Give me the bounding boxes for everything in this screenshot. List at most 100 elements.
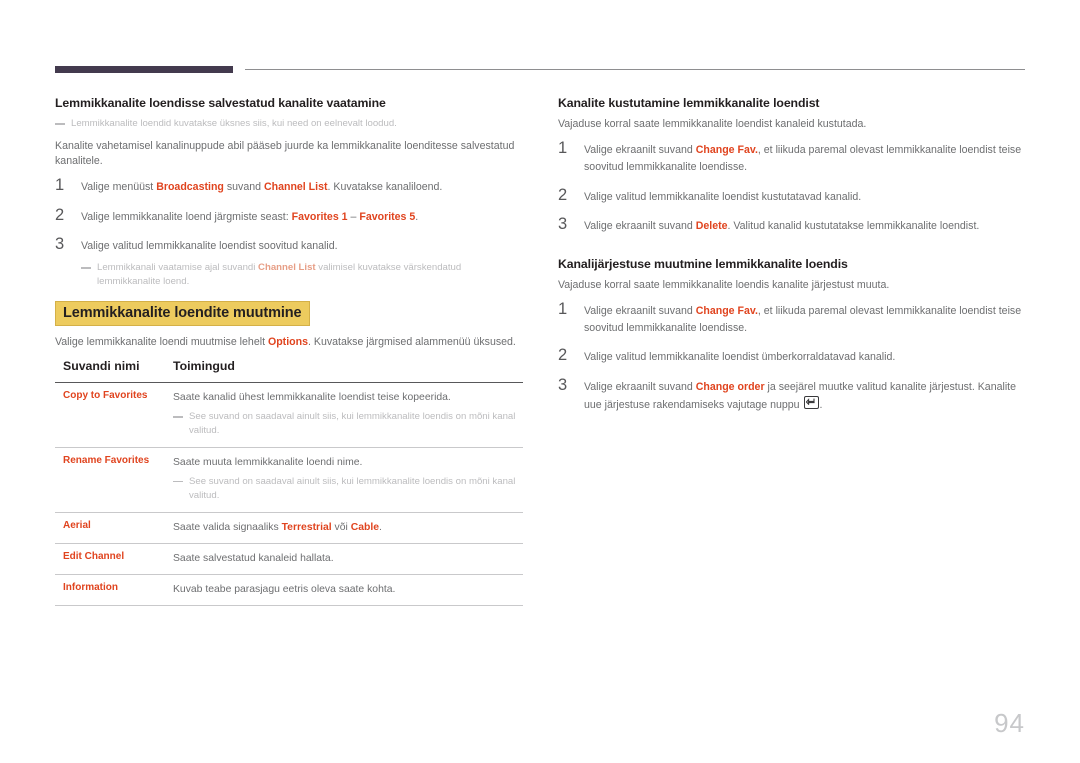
step-item: 2 Valige valitud lemmikkanalite loendist… bbox=[558, 185, 1028, 206]
paragraph-channel-buttons: Kanalite vahetamisel kanalinuppude abil … bbox=[55, 139, 515, 167]
options-table-head: Suvandi nimi Toimingud bbox=[55, 359, 523, 383]
paragraph-reorder-intro: Vajaduse korral saate lemmikkanalite loe… bbox=[558, 278, 890, 291]
step-number: 3 bbox=[558, 376, 568, 395]
right-column: Kanalite kustutamine lemmikkanalite loen… bbox=[558, 96, 1028, 426]
option-desc-text: Saate muuta lemmikkanalite loendi nime. bbox=[173, 456, 363, 468]
paragraph-part: . Kuvatakse järgmised alammenüü üksused. bbox=[308, 335, 516, 348]
menu-ref-change-fav: Change Fav. bbox=[695, 144, 758, 157]
step-item: 2 Valige lemmikkanalite loend järgmiste … bbox=[55, 206, 525, 226]
step-text-part: . Kuvatakse kanaliloend. bbox=[327, 180, 443, 193]
header-rule-thin bbox=[245, 69, 1025, 70]
menu-ref-change-order: Change order bbox=[695, 381, 765, 394]
option-desc: Saate kanalid ühest lemmikkanalite loend… bbox=[173, 383, 523, 448]
table-row: Rename Favorites Saate muuta lemmikkanal… bbox=[55, 447, 523, 513]
enter-key-icon bbox=[803, 395, 819, 409]
step-text-part: Valige ekraanilt suvand bbox=[584, 220, 696, 233]
paragraph-options-intro: Valige lemmikkanalite loendi muutmise le… bbox=[55, 335, 525, 350]
step-number: 1 bbox=[55, 175, 65, 194]
menu-ref-change-fav: Change Fav. bbox=[695, 305, 758, 317]
step-text: Valige valitud lemmikkanalite loendist s… bbox=[81, 237, 525, 289]
header-rule-group bbox=[55, 66, 1025, 76]
step-item: 1 Valige ekraanilt suvand Change Fav., e… bbox=[558, 139, 1028, 175]
option-desc: Kuvab teabe parasjagu eetris oleva saate… bbox=[173, 583, 396, 595]
note-option-availability: See suvand on saadaval ainult siis, kui … bbox=[173, 410, 517, 438]
note-dash-icon bbox=[81, 267, 91, 269]
step-text-part: Valige ekraanilt suvand bbox=[584, 144, 696, 157]
option-desc-part: Saate valida signaaliks bbox=[173, 521, 282, 533]
step-text-part: . bbox=[415, 210, 419, 223]
note-dash-icon bbox=[173, 480, 183, 483]
menu-ref-cable: Cable bbox=[350, 521, 380, 533]
step-item: 3 Valige ekraanilt suvand Delete. Valitu… bbox=[558, 215, 1028, 235]
steps-viewing-favorites: 1 Valige menüüst Broadcasting suvand Cha… bbox=[55, 175, 525, 289]
option-name-aerial: Aerial bbox=[63, 519, 91, 531]
step-item: 3 Valige valitud lemmikkanalite loendist… bbox=[55, 236, 525, 289]
note-text: See suvand on saadaval ainult siis, kui … bbox=[189, 475, 516, 501]
step-text: Valige lemmikkanalite loend järgmiste se… bbox=[81, 208, 525, 226]
step-text-part: Valige ekraanilt suvand bbox=[584, 305, 696, 317]
section-heading-editing-favorites: Lemmikkanalite loendite muutmine bbox=[55, 300, 310, 326]
note-dash-icon bbox=[55, 123, 65, 125]
section-heading-viewing-favorites: Lemmikkanalite loendisse salvestatud kan… bbox=[55, 96, 386, 110]
menu-ref-favorites-5: Favorites 5 bbox=[359, 210, 416, 223]
table-header-row: Suvandi nimi Toimingud bbox=[55, 359, 523, 383]
step-number: 2 bbox=[558, 346, 568, 365]
option-name-edit-channel: Edit Channel bbox=[63, 550, 125, 562]
section-heading-delete-channels: Kanalite kustutamine lemmikkanalite loen… bbox=[558, 96, 820, 110]
step-number: 3 bbox=[558, 215, 568, 234]
step-text: Valige ekraanilt suvand Change Fav., et … bbox=[584, 141, 1028, 175]
table-row: Aerial Saate valida signaaliks Terrestri… bbox=[55, 512, 523, 544]
option-name-rename-favorites: Rename Favorites bbox=[63, 454, 150, 466]
note-favorites-created: Lemmikkanalite loendid kuvatakse üksnes … bbox=[55, 117, 525, 131]
step-number: 2 bbox=[558, 185, 568, 204]
menu-ref-channel-list: Channel List bbox=[258, 262, 316, 274]
note-text-part: Lemmikkanali vaatamise ajal suvandi bbox=[97, 262, 259, 274]
step-text-part: . Valitud kanalid kustutatakse lemmikkan… bbox=[727, 220, 980, 233]
table-row: Information Kuvab teabe parasjagu eetris… bbox=[55, 574, 523, 606]
step-item: 2 Valige valitud lemmikkanalite loendist… bbox=[558, 346, 1028, 366]
step-text: Valige valitud lemmikkanalite loendist k… bbox=[584, 190, 862, 203]
options-table: Suvandi nimi Toimingud Copy to Favorites… bbox=[55, 359, 523, 606]
step-item: 3 Valige ekraanilt suvand Change order j… bbox=[558, 376, 1028, 413]
page-number: 94 bbox=[994, 708, 1025, 738]
step-text: Valige ekraanilt suvand Delete. Valitud … bbox=[584, 217, 1028, 235]
step-text-part: suvand bbox=[223, 180, 264, 193]
steps-reorder-channels: 1 Valige ekraanilt suvand Change Fav., e… bbox=[558, 300, 1028, 414]
note-text: See suvand on saadaval ainult siis, kui … bbox=[189, 411, 516, 436]
option-name-copy-to-favorites: Copy to Favorites bbox=[63, 390, 148, 402]
step-text: Valige menüüst Broadcasting suvand Chann… bbox=[81, 178, 525, 196]
step-item: 1 Valige menüüst Broadcasting suvand Cha… bbox=[55, 175, 525, 196]
option-desc: Saate valida signaaliks Terrestrial või … bbox=[173, 512, 523, 543]
option-desc: Saate muuta lemmikkanalite loendi nime. … bbox=[173, 447, 523, 512]
note-option-availability: See suvand on saadaval ainult siis, kui … bbox=[173, 475, 517, 503]
paragraph-delete-intro: Vajaduse korral saate lemmikkanalite loe… bbox=[558, 118, 867, 130]
option-desc: Saate salvestatud kanaleid hallata. bbox=[173, 552, 334, 564]
table-row: Copy to Favorites Saate kanalid ühest le… bbox=[55, 383, 523, 448]
paragraph-part: Valige lemmikkanalite loendi muutmise le… bbox=[55, 335, 268, 348]
column-header-option-name: Suvandi nimi bbox=[63, 359, 140, 374]
step-text: Valige ekraanilt suvand Change order ja … bbox=[584, 378, 1028, 413]
step-text-part: – bbox=[347, 210, 360, 223]
step-text-part: Valige valitud lemmikkanalite loendist s… bbox=[81, 240, 338, 253]
menu-ref-terrestrial: Terrestrial bbox=[281, 521, 332, 533]
section-heading-reorder-channels: Kanalijärjestuse muutmine lemmikkanalite… bbox=[558, 256, 848, 271]
options-table-body: Copy to Favorites Saate kanalid ühest le… bbox=[55, 383, 523, 606]
step-number: 1 bbox=[558, 300, 568, 318]
step-text-part: Valige ekraanilt suvand bbox=[584, 381, 696, 394]
left-column: Lemmikkanalite loendisse salvestatud kan… bbox=[55, 96, 525, 606]
step-number: 1 bbox=[558, 139, 568, 158]
menu-ref-favorites-1: Favorites 1 bbox=[291, 210, 348, 223]
option-name-information: Information bbox=[63, 581, 118, 593]
step-text: Valige ekraanilt suvand Change Fav., et … bbox=[584, 302, 1028, 336]
steps-delete-channels: 1 Valige ekraanilt suvand Change Fav., e… bbox=[558, 139, 1028, 235]
note-dash-icon bbox=[173, 416, 183, 418]
document-page: Lemmikkanalite loendisse salvestatud kan… bbox=[0, 0, 1080, 763]
step-text: Valige valitud lemmikkanalite loendist ü… bbox=[584, 351, 896, 364]
table-row: Edit Channel Saate salvestatud kanaleid … bbox=[55, 543, 523, 575]
column-header-actions: Toimingud bbox=[173, 359, 235, 374]
menu-ref-delete: Delete bbox=[695, 220, 728, 233]
option-desc-part: . bbox=[379, 521, 382, 533]
option-desc-text: Saate kanalid ühest lemmikkanalite loend… bbox=[173, 392, 451, 404]
step-item: 1 Valige ekraanilt suvand Change Fav., e… bbox=[558, 300, 1028, 336]
option-desc-part: või bbox=[331, 521, 351, 533]
